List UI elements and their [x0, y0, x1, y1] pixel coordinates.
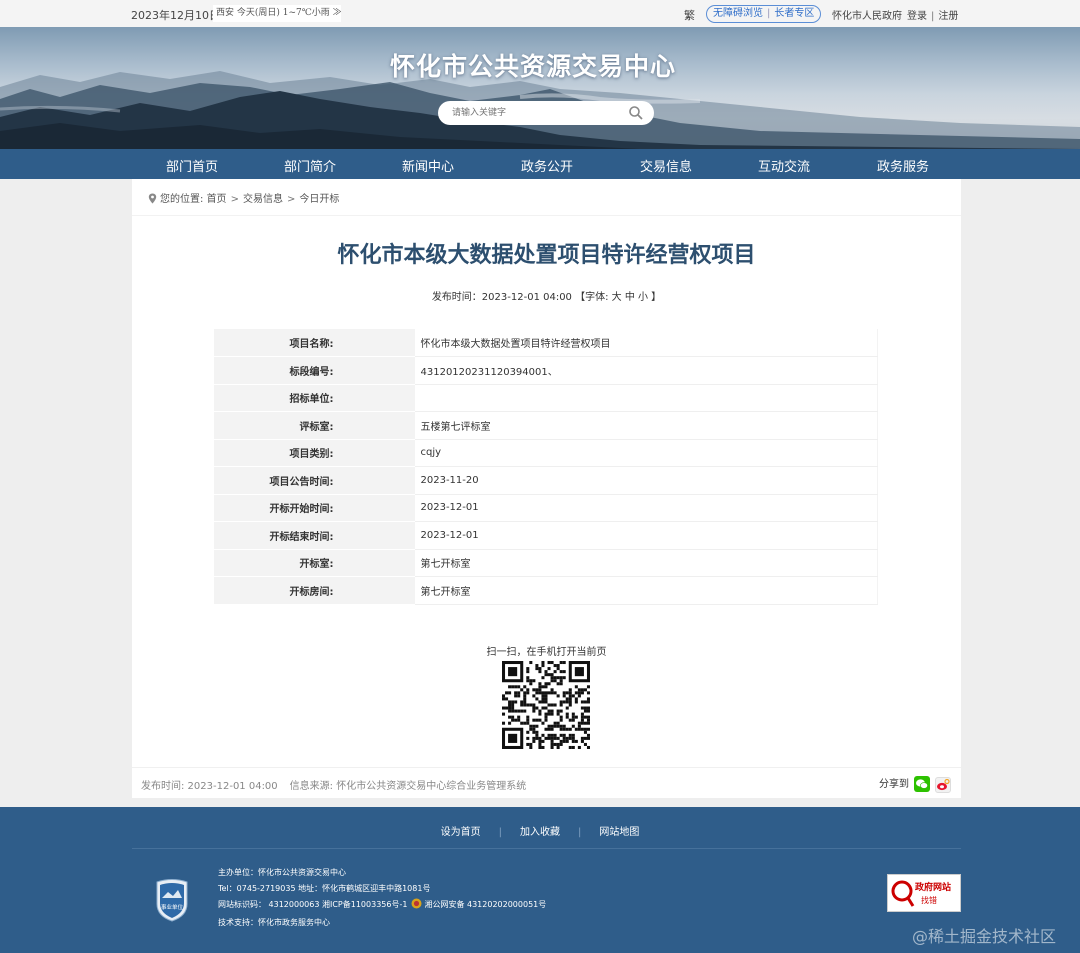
- table-row: 标段编号: 43120120231120394001、: [214, 356, 878, 385]
- nav-gov-affairs[interactable]: 政务公开: [521, 156, 573, 175]
- register-link[interactable]: 注册: [938, 11, 958, 22]
- badge-text: 事业单位: [161, 903, 184, 911]
- sitemap-link[interactable]: 网站地图: [599, 827, 639, 838]
- tech-support: 技术支持：怀化市政务服务中心: [218, 918, 330, 927]
- current-date: 2023年12月10日: [131, 9, 220, 22]
- qr-code-image: [502, 661, 590, 749]
- field-value: 2023-11-20: [413, 466, 878, 495]
- login-link[interactable]: 登录: [907, 11, 927, 22]
- breadcrumb-today-opening[interactable]: 今日开标: [299, 194, 339, 205]
- field-label: 项目公告时间:: [214, 466, 414, 495]
- nav-intro[interactable]: 部门简介: [284, 156, 336, 175]
- magnifier-icon: [891, 879, 915, 912]
- field-value: 第七开标室: [413, 549, 878, 577]
- breadcrumb-prefix: 您的位置:: [160, 194, 204, 205]
- gov-site-link[interactable]: 怀化市人民政府: [832, 7, 902, 22]
- divider: [132, 767, 961, 768]
- site-code[interactable]: 网站标识码： 4312000063 湘ICP备11003356号-1: [218, 900, 407, 909]
- weather-widget[interactable]: 西安 今天(周日) 1~7℃小雨 ≫: [213, 5, 341, 22]
- nav-services[interactable]: 政务服务: [877, 156, 929, 175]
- divider: [132, 215, 961, 216]
- project-info-table: 项目名称: 怀化市本级大数据处置项目特许经营权项目 标段编号: 43120120231…: [214, 329, 878, 605]
- watermark: @稀土掘金技术社区: [912, 927, 1057, 946]
- nav-interaction[interactable]: 互动交流: [758, 156, 810, 175]
- field-label: 评标室:: [214, 411, 414, 440]
- field-label: 项目名称:: [214, 329, 414, 357]
- field-value: 五楼第七评标室: [413, 411, 878, 440]
- table-row: 项目类别: cqjy: [214, 439, 878, 467]
- gov-site-label: 政府网站: [915, 883, 952, 893]
- nav-news[interactable]: 新闻中心: [402, 156, 454, 175]
- field-label: 开标开始时间:: [214, 494, 414, 522]
- publish-info: 发布时间: 2023-12-01 04:00 信息来源: 怀化市公共资源交易中心综…: [141, 777, 526, 792]
- field-label: 开标结束时间:: [214, 521, 414, 550]
- location-pin-icon: [148, 193, 157, 207]
- accessible-browse-link[interactable]: 无障碍浏览: [713, 8, 763, 19]
- search-box: [438, 101, 654, 125]
- field-label: 招标单位:: [214, 384, 414, 412]
- field-value: 怀化市本级大数据处置项目特许经营权项目: [413, 329, 878, 357]
- nav-trade-info[interactable]: 交易信息: [640, 156, 692, 175]
- footer-info: 主办单位：怀化市公共资源交易中心 Tel：0745-2719035 地址：怀化市…: [218, 865, 546, 931]
- police-record[interactable]: 湘公网安备 43120202000051号: [424, 900, 546, 909]
- site-title: 怀化市公共资源交易中心: [389, 52, 676, 81]
- set-homepage-link[interactable]: 设为首页: [441, 827, 481, 838]
- divider: [132, 848, 961, 849]
- breadcrumb-trade-info[interactable]: 交易信息: [243, 194, 283, 205]
- table-row: 开标室: 第七开标室: [214, 549, 878, 577]
- field-label: 开标房间:: [214, 576, 414, 605]
- field-value: [413, 384, 878, 412]
- breadcrumb: 您的位置: 首页 > 交易信息 > 今日开标: [148, 190, 339, 207]
- weibo-share-icon[interactable]: [935, 777, 952, 793]
- table-row: 开标开始时间: 2023-12-01: [214, 494, 878, 522]
- article-title: 怀化市本级大数据处置项目特许经营权项目: [337, 243, 756, 268]
- table-row: 项目名称: 怀化市本级大数据处置项目特许经营权项目: [214, 329, 878, 357]
- main-nav: 部门首页 部门简介 新闻中心 政务公开 交易信息 互动交流 政务服务: [0, 149, 1080, 179]
- gov-site-error-report[interactable]: 政府网站 找错: [887, 874, 961, 912]
- field-label: 项目类别:: [214, 439, 414, 467]
- elder-zone-link[interactable]: 长者专区: [774, 8, 814, 19]
- add-favorite-link[interactable]: 加入收藏: [520, 827, 560, 838]
- wechat-share-icon[interactable]: [914, 776, 931, 792]
- article-meta: 发布时间：2023-12-01 04:00 【字体: 大 中 小 】: [431, 292, 662, 303]
- search-icon[interactable]: [628, 105, 644, 124]
- table-row: 招标单位:: [214, 384, 878, 412]
- top-bar: 2023年12月10日 西安 今天(周日) 1~7℃小雨 ≫ 繁 无障碍浏览 | 长…: [0, 0, 1080, 27]
- table-row: 项目公告时间: 2023-11-20: [214, 466, 878, 495]
- registration-info: 网站标识码： 4312000063 湘ICP备11003356号-1 湘公网安备 …: [218, 897, 546, 915]
- content-panel: 您的位置: 首页 > 交易信息 > 今日开标 怀化市本级大数据处置项目特许经营权项目 发…: [132, 179, 961, 798]
- accessibility-group: 无障碍浏览 | 长者专区: [706, 5, 822, 23]
- field-value: 第七开标室: [413, 576, 878, 605]
- table-row: 评标室: 五楼第七评标室: [214, 411, 878, 440]
- qr-label: 扫一扫，在手机打开当前页: [486, 647, 607, 658]
- header-banner: 怀化市公共资源交易中心: [0, 27, 1080, 149]
- search-input[interactable]: [452, 105, 622, 121]
- publish-time: 发布时间: 2023-12-01 04:00: [141, 781, 278, 792]
- nav-home[interactable]: 部门首页: [166, 156, 218, 175]
- field-value: 2023-12-01: [413, 521, 878, 550]
- info-source: 信息来源: 怀化市公共资源交易中心综合业务管理系统: [289, 781, 527, 792]
- traditional-chinese-link[interactable]: 繁: [684, 7, 695, 23]
- mountain-landscape: [0, 71, 1080, 149]
- field-label: 开标室:: [214, 549, 414, 577]
- table-row: 开标结束时间: 2023-12-01: [214, 521, 878, 550]
- contact-info: Tel：0745-2719035 地址：怀化市鹤城区迎丰中路1081号: [218, 884, 431, 893]
- footer-links: 设为首页 | 加入收藏 | 网站地图: [440, 827, 640, 838]
- find-error-label: 找错: [921, 896, 937, 905]
- field-value: 2023-12-01: [413, 494, 878, 522]
- field-label: 标段编号:: [214, 356, 414, 385]
- breadcrumb-home[interactable]: 首页: [207, 194, 227, 205]
- field-value: cqjy: [413, 439, 878, 467]
- police-badge-icon: [411, 898, 422, 915]
- auth-links: 登录 | 注册: [907, 11, 959, 22]
- field-value: 43120120231120394001、: [413, 356, 878, 385]
- host-unit: 主办单位：怀化市公共资源交易中心: [218, 868, 346, 877]
- public-institution-badge[interactable]: 事业单位: [154, 878, 190, 925]
- share-label: 分享到: [879, 779, 909, 790]
- table-row: 开标房间: 第七开标室: [214, 576, 878, 605]
- share-bar: 分享到: [879, 775, 952, 793]
